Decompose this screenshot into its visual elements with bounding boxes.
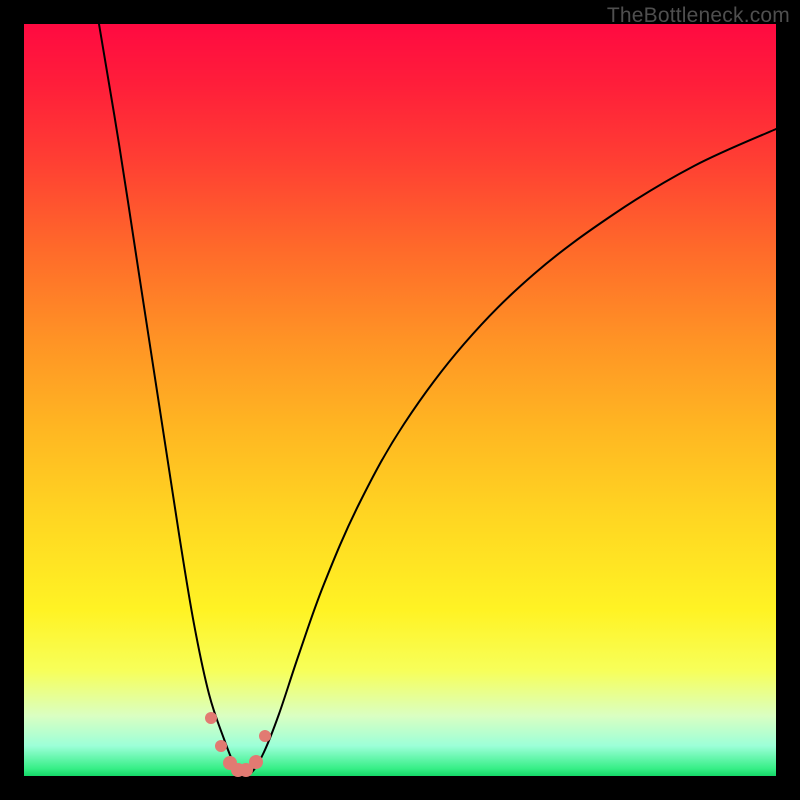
curve-plot: [24, 24, 776, 776]
watermark-text: TheBottleneck.com: [607, 4, 790, 28]
marker-dot: [259, 730, 271, 742]
marker-dots: [205, 712, 271, 777]
marker-dot: [249, 755, 263, 769]
bottleneck-curve: [99, 24, 776, 775]
marker-dot: [215, 740, 227, 752]
marker-dot: [205, 712, 217, 724]
chart-area: [24, 24, 776, 776]
